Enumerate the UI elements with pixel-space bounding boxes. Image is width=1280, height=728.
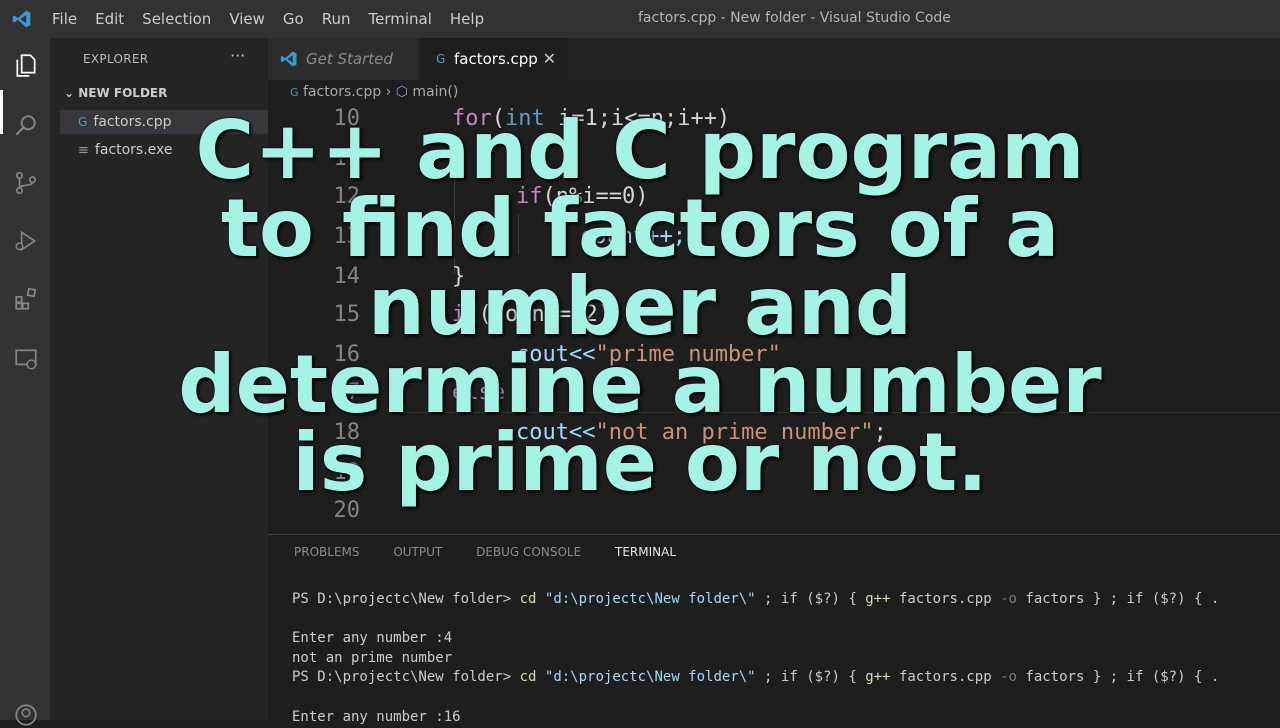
terminal-text: ; if ($?) { xyxy=(764,669,857,685)
terminal-line: not an prime number xyxy=(292,650,453,666)
terminal-cmd: g++ xyxy=(865,669,891,685)
breadcrumb: G factors.cpp › ⬡ main() xyxy=(290,84,458,100)
terminal-text: factors } ; if ($?) { . xyxy=(1025,591,1220,607)
window-title: factors.cpp - New folder - Visual Studio… xyxy=(638,10,951,26)
menu-go[interactable]: Go xyxy=(283,10,304,28)
terminal-line: Enter any number :16 xyxy=(292,709,461,725)
terminal-line: Enter any number :4 xyxy=(292,630,453,646)
more-actions-button[interactable]: ··· xyxy=(230,46,245,65)
menu-selection[interactable]: Selection xyxy=(142,10,211,28)
terminal-prompt: PS D:\projectc\New folder> xyxy=(292,591,512,607)
menu-bar: File Edit Selection View Go Run Terminal… xyxy=(52,10,502,28)
menu-file[interactable]: File xyxy=(52,10,77,28)
tab-get-started[interactable]: Get Started xyxy=(268,38,418,80)
terminal-text: factors } ; if ($?) { . xyxy=(1025,669,1220,685)
overlay-line: number and xyxy=(367,260,913,353)
panel-tabs: PROBLEMS OUTPUT DEBUG CONSOLE TERMINAL xyxy=(294,545,706,559)
breadcrumb-symbol[interactable]: main() xyxy=(412,84,458,100)
close-icon[interactable]: ✕ xyxy=(543,38,556,80)
terminal-text: factors.cpp xyxy=(898,669,992,685)
account-icon[interactable] xyxy=(13,702,39,728)
terminal-text: ; if ($?) { xyxy=(764,591,857,607)
menu-help[interactable]: Help xyxy=(450,10,484,28)
overlay-line: C++ and C program xyxy=(195,104,1085,197)
vscode-logo-icon xyxy=(12,10,31,28)
video-title-overlay: C++ and C program to find factors of a n… xyxy=(0,104,1280,509)
tab-factors-cpp[interactable]: G factors.cpp ✕ xyxy=(420,38,568,80)
tab-problems[interactable]: PROBLEMS xyxy=(294,545,360,559)
cpp-file-icon: G xyxy=(290,86,299,99)
terminal-path: "d:\projectc\New folder\" xyxy=(544,669,756,685)
terminal-flag: -o xyxy=(1000,669,1017,685)
terminal-cmd: g++ xyxy=(865,591,891,607)
editor-tabs: Get Started G factors.cpp ✕ xyxy=(268,38,1280,80)
tab-label: Get Started xyxy=(306,50,393,68)
tab-debug-console[interactable]: DEBUG CONSOLE xyxy=(476,545,581,559)
overlay-line: determine a number xyxy=(178,338,1102,431)
symbol-method-icon: ⬡ xyxy=(395,84,408,100)
terminal-line: PS D:\projectc\New folder> cd "d:\projec… xyxy=(292,669,1219,685)
bottom-panel: PROBLEMS OUTPUT DEBUG CONSOLE TERMINAL P… xyxy=(268,534,1280,725)
vscode-tab-icon xyxy=(280,51,297,67)
terminal-text: factors.cpp xyxy=(898,591,992,607)
overlay-line: to find factors of a xyxy=(220,182,1060,275)
explorer-title: EXPLORER xyxy=(83,52,149,66)
chevron-right-icon: › xyxy=(385,84,392,100)
breadcrumb-file[interactable]: factors.cpp xyxy=(303,84,381,100)
menu-view[interactable]: View xyxy=(229,10,265,28)
folder-new-folder[interactable]: ⌄ NEW FOLDER xyxy=(64,86,167,100)
terminal-flag: -o xyxy=(1000,591,1017,607)
menu-edit[interactable]: Edit xyxy=(95,10,124,28)
overlay-line: is prime or not. xyxy=(292,416,988,509)
terminal-path: "d:\projectc\New folder\" xyxy=(544,591,756,607)
menu-terminal[interactable]: Terminal xyxy=(369,10,432,28)
tab-output[interactable]: OUTPUT xyxy=(393,545,442,559)
terminal-cmd: cd xyxy=(519,591,537,607)
folder-label: NEW FOLDER xyxy=(78,86,168,100)
menu-run[interactable]: Run xyxy=(322,10,351,28)
terminal-cmd: cd xyxy=(519,669,537,685)
tab-terminal[interactable]: TERMINAL xyxy=(615,545,676,559)
explorer-icon[interactable] xyxy=(13,52,39,78)
terminal-prompt: PS D:\projectc\New folder> xyxy=(292,669,512,685)
terminal-line: PS D:\projectc\New folder> cd "d:\projec… xyxy=(292,591,1219,607)
chevron-down-icon: ⌄ xyxy=(64,86,75,100)
tab-label: factors.cpp xyxy=(454,50,538,68)
cpp-file-icon: G xyxy=(436,52,446,66)
title-bar: File Edit Selection View Go Run Terminal… xyxy=(0,0,1280,38)
